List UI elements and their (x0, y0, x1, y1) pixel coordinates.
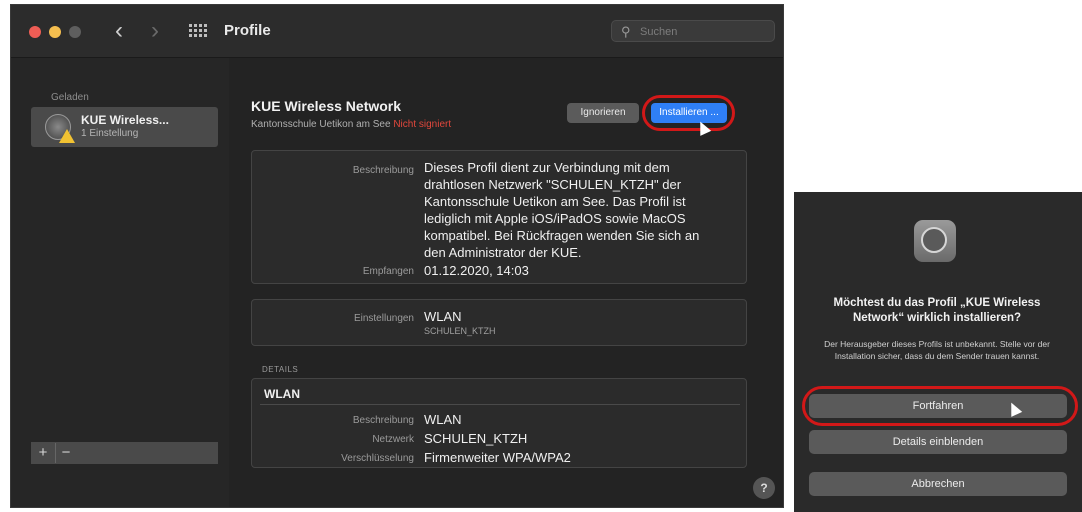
settings-label: Einstellungen (353, 313, 414, 324)
sidebar: Geladen KUE Wireless... 1 Einstellung + … (11, 58, 229, 507)
remove-button[interactable]: − (55, 443, 76, 463)
wlan-details-box: WLAN Beschreibung WLAN Netzwerk SCHULEN_… (251, 378, 747, 468)
help-button[interactable]: ? (753, 477, 775, 499)
sidebar-item-profile[interactable]: KUE Wireless... 1 Einstellung (31, 107, 218, 147)
sidebar-item-name: KUE Wireless... (81, 113, 169, 127)
search-field[interactable]: ⚲ (611, 20, 775, 42)
divider (260, 404, 740, 405)
received-label: Empfangen (362, 266, 414, 277)
detail-value: SCHULEN_KTZH (424, 431, 528, 446)
profile-issuer-line: Kantonsschule Uetikon am See Nicht signi… (251, 119, 451, 130)
received-value: 01.12.2020, 14:03 (424, 263, 529, 278)
forward-icon[interactable]: › (151, 17, 159, 45)
sidebar-item-subtitle: 1 Einstellung (81, 128, 139, 139)
detail-label: Beschreibung (352, 415, 414, 426)
profile-detail: KUE Wireless Network Kantonsschule Uetik… (229, 58, 783, 507)
settings-box: Einstellungen WLAN SCHULEN_KTZH (251, 299, 747, 346)
description-line: Dieses Profil dient zur Verbindung mit d… (424, 160, 670, 175)
description-text: Dieses Profil dient zur Verbindung mit d… (424, 159, 719, 261)
close-window-button[interactable] (29, 26, 41, 38)
detail-value: Firmenweiter WPA/WPA2 (424, 450, 571, 465)
detail-label: Netzwerk (372, 434, 414, 445)
description-line: den Administrator der KUE. (424, 245, 582, 260)
warning-icon (59, 129, 75, 143)
signature-status: Nicht signiert (393, 119, 452, 130)
ignore-button[interactable]: Ignorieren (567, 103, 639, 123)
cancel-button[interactable]: Abbrechen (809, 472, 1067, 496)
description-line: kompatibel. Bei Rückfragen wenden Sie si… (424, 228, 700, 243)
detail-label: Verschlüsselung (341, 453, 414, 464)
wlan-section-title: WLAN (264, 387, 300, 401)
install-confirmation-dialog: Möchtest du das Profil „KUE Wireless Net… (794, 192, 1082, 512)
dialog-title: Möchtest du das Profil „KUE Wireless Net… (833, 297, 1041, 324)
description-box: Beschreibung Dieses Profil dient zur Ver… (251, 150, 747, 284)
settings-value: WLAN (424, 309, 462, 324)
add-button[interactable]: + (33, 443, 53, 463)
window-title: Profile (224, 22, 271, 39)
description-line: drahtlosen Netzwerk "SCHULEN_KTZH" der (424, 177, 682, 192)
search-icon: ⚲ (621, 24, 631, 39)
settings-subvalue: SCHULEN_KTZH (424, 326, 496, 336)
minimize-window-button[interactable] (49, 26, 61, 38)
highlight-ring (642, 95, 735, 131)
show-all-grid-icon[interactable] (189, 24, 209, 38)
profiles-window: ‹ › Profile ⚲ Geladen KUE Wireless... 1 … (10, 4, 784, 508)
zoom-window-button[interactable] (69, 26, 81, 38)
description-line: Kantonsschule Uetikon am See. Das Profil… (424, 194, 686, 209)
title-bar: ‹ › Profile ⚲ (11, 5, 783, 58)
search-input[interactable] (638, 23, 772, 41)
show-details-button[interactable]: Details einblenden (809, 430, 1067, 454)
system-preferences-icon (914, 220, 956, 262)
back-icon[interactable]: ‹ (115, 17, 123, 45)
description-line: lediglich mit Apple iOS/iPadOS sowie Mac… (424, 211, 686, 226)
profile-name: KUE Wireless Network (251, 98, 402, 114)
dialog-message: Der Herausgeber dieses Profils ist unbek… (824, 339, 1050, 361)
profile-issuer: Kantonsschule Uetikon am See (251, 119, 391, 130)
description-label: Beschreibung (352, 165, 414, 176)
sidebar-section-label: Geladen (51, 92, 89, 103)
highlight-ring (802, 386, 1078, 426)
details-heading: DETAILS (262, 365, 299, 374)
detail-value: WLAN (424, 412, 462, 427)
sidebar-bottom-bar: + − (31, 442, 218, 464)
